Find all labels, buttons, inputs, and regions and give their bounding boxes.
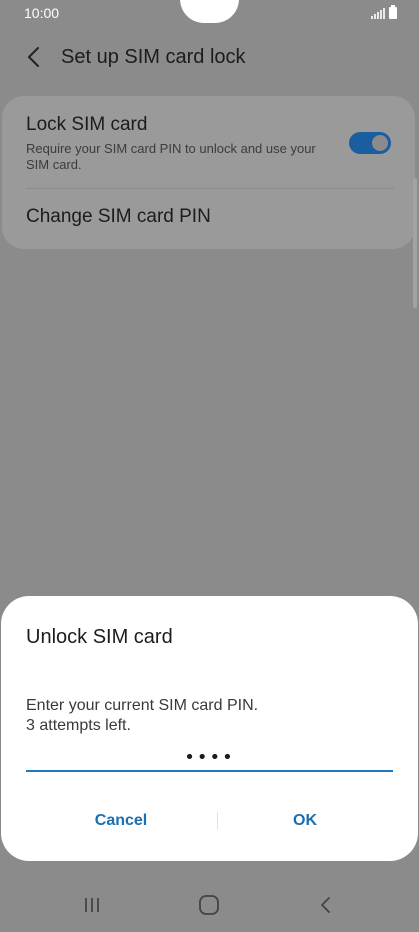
home-icon <box>199 895 219 915</box>
pin-input[interactable] <box>26 740 393 772</box>
app-header: Set up SIM card lock <box>0 26 419 90</box>
status-time: 10:00 <box>24 5 60 21</box>
lock-sim-card-description: Require your SIM card PIN to unlock and … <box>26 141 316 172</box>
cancel-button[interactable]: Cancel <box>21 800 221 842</box>
chevron-left-icon[interactable] <box>22 44 48 70</box>
change-sim-pin-row[interactable]: Change SIM card PIN <box>2 189 415 249</box>
status-icons <box>371 5 397 19</box>
signal-icon <box>371 7 385 19</box>
camera-notch <box>180 0 239 23</box>
lock-sim-card-row[interactable]: Lock SIM card Require your SIM card PIN … <box>2 96 415 188</box>
dialog-message: Enter your current SIM card PIN. 3 attem… <box>26 696 386 736</box>
navigation-bar <box>0 872 419 932</box>
dialog-title: Unlock SIM card <box>26 626 173 648</box>
back-icon <box>321 897 330 913</box>
ok-button[interactable]: OK <box>205 800 405 842</box>
scrollbar[interactable] <box>413 178 417 308</box>
lock-sim-card-title: Lock SIM card <box>26 114 148 135</box>
back-button[interactable] <box>296 882 356 928</box>
status-bar: 10:00 <box>0 0 419 26</box>
toggle-knob <box>370 133 390 153</box>
battery-icon <box>389 5 397 19</box>
dialog-message-line: Enter your current SIM card PIN. <box>26 697 259 714</box>
lock-sim-card-toggle[interactable] <box>349 132 391 154</box>
attempts-left-text: 3 attempts left. <box>26 717 131 734</box>
home-button[interactable] <box>179 882 239 928</box>
page-title: Set up SIM card lock <box>61 46 246 68</box>
recents-icon <box>85 898 99 912</box>
settings-card: Lock SIM card Require your SIM card PIN … <box>2 96 415 249</box>
change-sim-pin-label: Change SIM card PIN <box>26 206 211 227</box>
recents-button[interactable] <box>62 882 122 928</box>
unlock-sim-dialog: Unlock SIM card Enter your current SIM c… <box>1 596 418 861</box>
dialog-actions: Cancel OK <box>1 800 418 842</box>
